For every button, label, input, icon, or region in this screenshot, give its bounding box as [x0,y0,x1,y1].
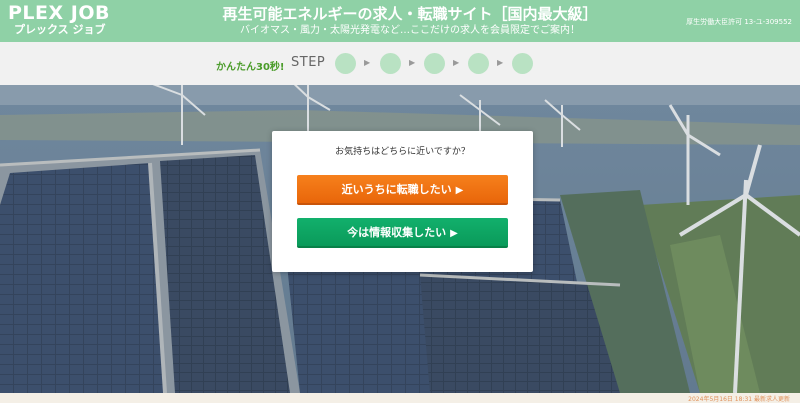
update-timestamp: 2024年5月16日 18:31 最新求人更新 [688,396,790,403]
modal-question: お気持ちはどちらに近いですか？ [335,147,470,157]
gather-info-button[interactable]: 今は情報収集したい ▶ [297,218,508,248]
step-arrow-icon: ▶ [453,58,460,67]
step-circle-2 [380,53,401,74]
gather-info-label: 今は情報収集したい [347,226,447,239]
footer-strip: 2024年5月16日 18:31 最新求人更新 [0,393,800,403]
site-header: PLEX JOB プレックス ジョブ 再生可能エネルギーの求人・転職サイト［国内… [0,0,800,42]
question-modal: お気持ちはどちらに近いですか？ 近いうちに転職したい ▶ 今は情報収集したい ▶ [272,131,533,272]
step-arrow-icon: ▶ [409,58,416,67]
play-arrow-icon: ▶ [455,185,464,196]
page-title: 再生可能エネルギーの求人・転職サイト［国内最大級］ [222,5,598,23]
logo-sub: プレックス ジョブ [14,23,106,36]
step-bar: かんたん30秒! STEP ▶ ▶ ▶ ▶ [0,42,800,85]
step-circle-3 [424,53,445,74]
step-label: STEP [291,55,326,70]
change-job-soon-button[interactable]: 近いうちに転職したい ▶ [297,175,508,205]
step-circle-1 [335,53,356,74]
logo-main: PLEX JOB [8,2,110,24]
step-circle-5 [512,53,533,74]
step-arrow-icon: ▶ [364,58,371,67]
step-circle-4 [468,53,489,74]
quick-label: かんたん30秒! [216,62,285,73]
step-arrow-icon: ▶ [497,58,504,67]
logo[interactable]: PLEX JOB プレックス ジョブ [8,2,110,37]
change-job-soon-label: 近いうちに転職したい [341,183,452,196]
page-subtitle: バイオマス・風力・太陽光発電など…ここだけの求人を会員限定でご案内！ [240,25,580,36]
license-number: 厚生労働大臣許可 13-ユ-309552 [686,18,792,26]
play-arrow-icon: ▶ [450,228,458,239]
